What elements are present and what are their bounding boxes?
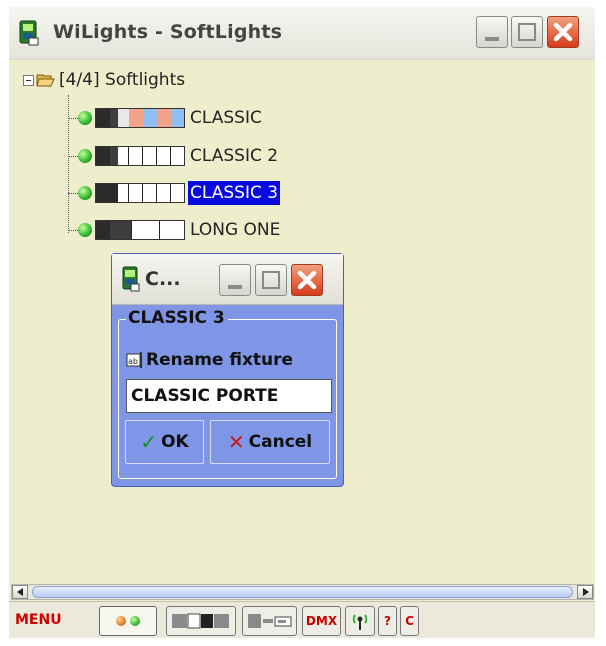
- text-field-icon: ab: [126, 352, 142, 368]
- tab-fixtures[interactable]: [99, 606, 157, 636]
- close-button[interactable]: [547, 16, 579, 48]
- tree-branch: [68, 155, 78, 157]
- tab-wireless[interactable]: [345, 606, 375, 636]
- help-button[interactable]: ?: [378, 606, 397, 636]
- scroll-left-icon[interactable]: [12, 585, 28, 599]
- rename-label: Rename fixture: [146, 350, 294, 370]
- scroll-right-icon[interactable]: [577, 585, 593, 599]
- tree-root[interactable]: [4/4] Softlights: [23, 68, 185, 92]
- cross-icon: ✕: [227, 430, 245, 454]
- fixture-preview-icon: [95, 146, 185, 166]
- rename-label-row: ab Rename fixture: [126, 350, 293, 370]
- tab-sequences[interactable]: [242, 606, 297, 636]
- dmx-label: DMX: [305, 614, 338, 628]
- svg-text:ab: ab: [128, 357, 138, 366]
- menu-button[interactable]: MENU: [15, 612, 62, 628]
- cancel-label: Cancel: [248, 432, 313, 452]
- horizontal-scrollbar[interactable]: [11, 584, 594, 600]
- fixture-name-input[interactable]: [126, 379, 332, 413]
- maximize-button[interactable]: [511, 16, 543, 48]
- green-led-icon: [130, 616, 140, 626]
- tree-root-label: [4/4] Softlights: [59, 70, 186, 90]
- fixture-preview-icon: [95, 183, 185, 203]
- tree-branch: [68, 117, 78, 119]
- help-label: ?: [384, 614, 391, 628]
- group-title: CLASSIC 3: [126, 308, 228, 328]
- status-led-icon: [78, 186, 92, 200]
- tab-scenes[interactable]: [166, 606, 236, 636]
- checkmark-icon: ✓: [140, 430, 158, 454]
- dialog-close-button[interactable]: [291, 264, 323, 296]
- scrollbar-thumb[interactable]: [32, 586, 573, 598]
- status-led-icon: [78, 149, 92, 163]
- fixture-preview-icon: [95, 220, 185, 240]
- tree-item-classic[interactable]: CLASSIC: [68, 105, 264, 131]
- collapse-icon[interactable]: [23, 74, 34, 86]
- status-led-icon: [78, 111, 92, 125]
- window-title: WiLights - SoftLights: [53, 21, 283, 43]
- dialog-title-bar[interactable]: C...: [112, 254, 343, 305]
- minimize-button[interactable]: [476, 16, 508, 48]
- open-folder-icon: [36, 74, 55, 87]
- fixture-app-icon: [19, 20, 39, 46]
- rename-dialog: C... CLASSIC 3 ab Rename fixture ✓ OK ✕ …: [111, 253, 344, 487]
- orange-led-icon: [116, 616, 126, 626]
- dialog-maximize-button[interactable]: [255, 264, 287, 296]
- tree-item-label: CLASSIC: [190, 108, 262, 128]
- tree-branch: [68, 192, 78, 194]
- tree-branch: [68, 229, 78, 231]
- close-icon: [553, 22, 573, 42]
- cancel-button[interactable]: ✕ Cancel: [210, 420, 330, 464]
- c-label: C: [405, 614, 414, 628]
- ok-label: OK: [161, 432, 189, 452]
- tab-dmx[interactable]: DMX: [302, 606, 341, 636]
- tree-item-classic-2[interactable]: CLASSIC 2: [68, 143, 280, 169]
- scenes-icon: [172, 613, 229, 629]
- dialog-title: C...: [145, 268, 181, 290]
- wireless-antenna-icon: [352, 614, 368, 630]
- tree-item-label: CLASSIC 2: [190, 146, 279, 166]
- tree-item-long-one[interactable]: LONG ONE: [68, 217, 282, 243]
- close-icon: [297, 270, 317, 290]
- sequences-icon: [247, 614, 291, 628]
- tree-item-label-selected: CLASSIC 3: [188, 181, 281, 205]
- status-led-icon: [78, 223, 92, 237]
- fixture-app-icon: [122, 266, 140, 292]
- tree-item-label: LONG ONE: [190, 220, 281, 240]
- dialog-minimize-button[interactable]: [219, 264, 251, 296]
- fixture-preview-icon: [95, 108, 185, 128]
- ok-button[interactable]: ✓ OK: [125, 420, 204, 464]
- c-button[interactable]: C: [400, 606, 419, 636]
- bottom-toolbar: MENU DMX ? C: [9, 601, 595, 638]
- tree-item-classic-3[interactable]: CLASSIC 3: [68, 180, 281, 206]
- title-bar[interactable]: WiLights - SoftLights: [9, 7, 595, 60]
